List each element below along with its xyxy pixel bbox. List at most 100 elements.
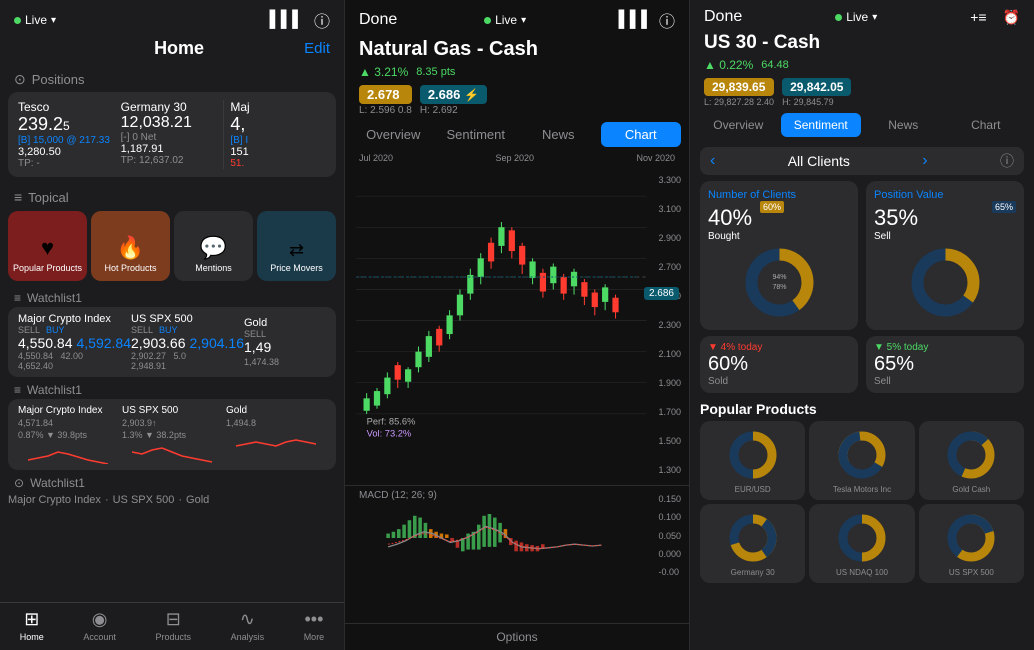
mid-done-button[interactable]: Done <box>359 11 397 29</box>
svg-text:Perf: 85.6%: Perf: 85.6% <box>367 416 416 426</box>
popular-spx[interactable]: US SPX 500 <box>919 504 1024 583</box>
info-icon[interactable]: ⓘ <box>314 8 330 32</box>
fire-icon: 🔥 <box>117 235 144 261</box>
mid-buy-block: 2.686 ⚡ H: 2.692 <box>420 85 488 116</box>
tab-sentiment[interactable]: Sentiment <box>436 122 517 147</box>
position-sub: Sell <box>874 231 1016 242</box>
lightning-icon: ⚡ <box>464 88 479 102</box>
topical-mentions[interactable]: 💬 Mentions <box>174 211 253 281</box>
sentiment-section: ‹ All Clients › ⓘ Number of Clients 40% … <box>690 141 1034 589</box>
list-icon: ≡ <box>14 291 21 305</box>
sold-today-label: ▼ 4% today <box>708 342 850 353</box>
options-label[interactable]: Options <box>496 630 537 644</box>
account-icon: ◉ <box>92 609 108 630</box>
sentiment-info-icon[interactable]: ⓘ <box>1000 151 1014 171</box>
sold-pct: 60% <box>708 353 850 376</box>
right-bars-icon: +≡ <box>970 9 986 25</box>
popular-gold[interactable]: Gold Cash <box>919 421 1024 500</box>
chevron-down-icon: ▾ <box>51 15 56 26</box>
right-header-icons: +≡ ⏰ <box>970 9 1020 26</box>
sold-row: ▼ 4% today 60% Sold ▼ 5% today 65% Sell <box>700 336 1024 393</box>
left-header: Live ▾ ▐▐▐ ⓘ <box>0 0 344 36</box>
gold-sparkline <box>226 430 326 452</box>
nav-home[interactable]: ⊞ Home <box>20 609 44 642</box>
mid-buy-sub: H: 2.692 <box>420 105 488 116</box>
svg-text:Vol: 73.2%: Vol: 73.2% <box>367 429 412 439</box>
right-buy-price[interactable]: 29,842.05 <box>782 78 851 96</box>
tab-news[interactable]: News <box>518 122 599 147</box>
right-live-label: Live <box>846 10 868 24</box>
right-tab-sentiment[interactable]: Sentiment <box>781 113 862 137</box>
more-icon: ••• <box>304 609 323 630</box>
nav-account[interactable]: ◉ Account <box>83 609 116 642</box>
nav-analysis[interactable]: ∿ Analysis <box>231 609 265 642</box>
right-tab-chart[interactable]: Chart <box>946 113 1027 137</box>
right-live-dot <box>835 14 842 21</box>
popular-eurusd[interactable]: EUR/USD <box>700 421 805 500</box>
svg-text:94%: 94% <box>772 274 786 281</box>
heart-icon: ♥ <box>41 235 54 261</box>
live-label: Live <box>25 13 47 27</box>
eurusd-name: EUR/USD <box>735 485 771 494</box>
tab-overview[interactable]: Overview <box>353 122 434 147</box>
mid-buy-price[interactable]: 2.686 ⚡ <box>420 85 488 104</box>
watchlist2-header: ≡ Watchlist1 <box>0 379 344 399</box>
nav-products[interactable]: ⊟ Products <box>155 609 191 642</box>
topical-price-movers[interactable]: ⇄ Price Movers <box>257 211 336 281</box>
gold-donut <box>944 427 999 482</box>
position-donut-container: 65% <box>874 242 1016 322</box>
mid-sell-price[interactable]: 2.678 <box>359 85 412 104</box>
macd-area: MACD (12; 26; 9) <box>345 485 689 585</box>
right-change-pts: 64.48 <box>761 59 789 71</box>
wl-crypto-col: Major Crypto Index SELL BUY 4,550.84 4,5… <box>18 313 131 371</box>
popular-germany30[interactable]: Germany 30 <box>700 504 805 583</box>
mid-change-pts: 8.35 pts <box>416 66 455 78</box>
spark-spx: US SPX 500 2,903.9↑ 1.3% ▼ 38.2pts <box>122 405 222 464</box>
crosshair-price-label: 2.686 <box>644 287 679 300</box>
watchlist2-label: Watchlist1 <box>27 383 82 397</box>
live-dot <box>14 17 21 24</box>
nav-prev-arrow[interactable]: ‹ <box>710 152 715 170</box>
mid-header-icons: ▐▐▐ ⓘ <box>613 8 675 32</box>
topical-popular[interactable]: ♥ Popular Products <box>8 211 87 281</box>
positions-label: Positions <box>32 72 85 87</box>
right-buy-sub: H: 29,845.79 <box>782 97 851 107</box>
macd-label: MACD (12; 26; 9) <box>359 490 437 501</box>
right-tabs: Overview Sentiment News Chart <box>690 109 1034 141</box>
position-donut-card: Position Value 35% Sell 65% <box>866 181 1024 330</box>
chart-area[interactable]: Perf: 85.6% Vol: 73.2% 3.300 3.100 2.900… <box>345 165 689 485</box>
popular-tesla[interactable]: Tesla Motors Inc <box>809 421 914 500</box>
edit-button[interactable]: Edit <box>304 40 330 57</box>
topical-icon: ≡ <box>14 189 22 205</box>
mid-stock-title: Natural Gas - Cash <box>359 38 538 60</box>
sentiment-donut-row: Number of Clients 40% Bought 94% 78% 60% <box>700 181 1024 330</box>
topical-hot[interactable]: 🔥 Hot Products <box>91 211 170 281</box>
popular-ndaq[interactable]: US NDAQ 100 <box>809 504 914 583</box>
position-tesco: Tesco 239.25 [B] 15,000 @ 217.33 3,280.5… <box>18 100 121 169</box>
nav-next-arrow[interactable]: › <box>922 152 927 170</box>
mid-change-pct: ▲ 3.21% <box>359 65 408 79</box>
mid-sell-block: 2.678 L: 2.596 0.8 <box>359 85 412 116</box>
right-sell-block: 29,839.65 L: 29,827.28 2.40 <box>704 78 774 107</box>
ndaq-name: US NDAQ 100 <box>836 568 888 577</box>
options-bar[interactable]: Options <box>345 623 689 650</box>
right-change-pct: ▲ 0.22% <box>704 58 753 72</box>
right-tab-news[interactable]: News <box>863 113 944 137</box>
bars-icon[interactable]: ▐▐▐ <box>264 11 298 29</box>
nav-more[interactable]: ••• More <box>304 609 325 642</box>
left-panel: Live ▾ ▐▐▐ ⓘ Home Edit ⊙ Positions Tesco… <box>0 0 345 650</box>
tab-chart[interactable]: Chart <box>601 122 682 147</box>
mid-header: Done Live ▾ ▐▐▐ ⓘ <box>345 0 689 36</box>
right-tab-overview[interactable]: Overview <box>698 113 779 137</box>
sell-card: ▼ 5% today 65% Sell <box>866 336 1024 393</box>
positions-header: ⊙ Positions <box>0 65 344 92</box>
right-done-button[interactable]: Done <box>704 8 742 26</box>
header-icons: ▐▐▐ ⓘ <box>264 8 330 32</box>
mid-chevron-icon: ▾ <box>521 15 526 26</box>
right-chevron-icon: ▾ <box>872 12 877 23</box>
right-alarm-icon: ⏰ <box>1003 9 1020 26</box>
wl-gold-col: Gold SELL 1,49 1,474.38 <box>244 317 326 367</box>
sell-today-label: ▼ 5% today <box>874 342 1016 353</box>
right-sell-price[interactable]: 29,839.65 <box>704 78 774 96</box>
arrows-icon: ⇄ <box>289 240 304 261</box>
